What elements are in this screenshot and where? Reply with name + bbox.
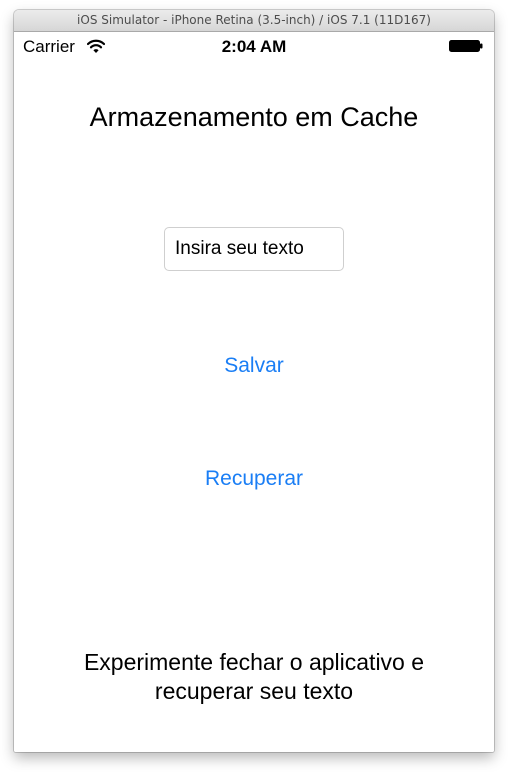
- battery-icon: [449, 40, 483, 52]
- recover-button[interactable]: Recuperar: [14, 467, 494, 491]
- page-title: Armazenamento em Cache: [89, 102, 419, 132]
- instruction-text: Experimente fechar o aplicativo e recupe…: [34, 648, 474, 706]
- instruction-line-2: recuperar seu texto: [154, 678, 354, 704]
- save-button[interactable]: Salvar: [14, 354, 494, 378]
- status-bar: Carrier 2:04 AM: [14, 32, 494, 60]
- text-input[interactable]: [164, 227, 344, 271]
- window-title: iOS Simulator - iPhone Retina (3.5-inch)…: [14, 10, 494, 32]
- instruction-line-1: Experimente fechar o aplicativo e: [83, 649, 425, 675]
- simulator-window: iOS Simulator - iPhone Retina (3.5-inch)…: [14, 10, 494, 752]
- status-time: 2:04 AM: [221, 37, 287, 56]
- device-screen: Carrier 2:04 AM Armazenamento em Cache S…: [14, 32, 494, 752]
